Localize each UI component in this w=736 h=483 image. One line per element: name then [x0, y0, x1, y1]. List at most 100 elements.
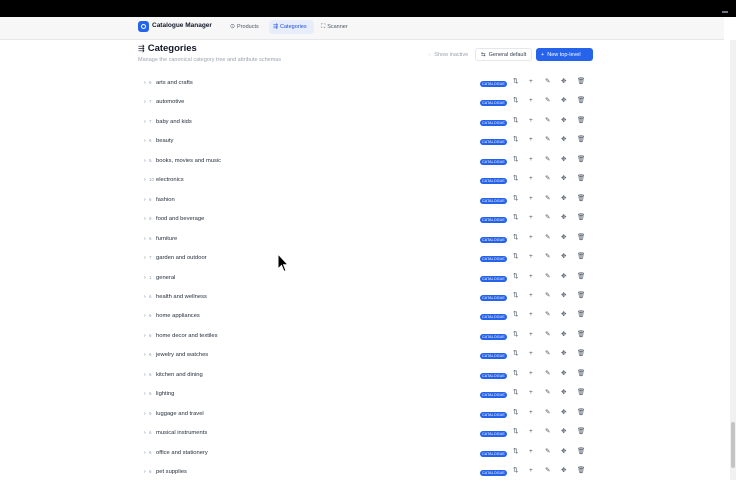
- table-row[interactable]: › 6 beauty CATALOGUE ⇅ + ✎ ✥ 🗑: [0, 133, 724, 152]
- add-child-icon[interactable]: +: [529, 429, 533, 436]
- edit-icon[interactable]: ✎: [545, 351, 550, 358]
- tab-products[interactable]: ⊙ Products: [226, 20, 264, 34]
- move-icon[interactable]: ✥: [561, 234, 566, 242]
- delete-icon[interactable]: 🗑: [577, 351, 585, 358]
- delete-icon[interactable]: 🗑: [577, 292, 585, 300]
- add-child-icon[interactable]: +: [529, 195, 533, 203]
- table-row[interactable]: › 5 luggage and travel CATALOGUE ⇅ + ✎ ✥ 🗑: [0, 406, 724, 425]
- delete-icon[interactable]: 🗑: [577, 137, 585, 144]
- add-child-icon[interactable]: +: [529, 137, 533, 144]
- add-child-icon[interactable]: +: [529, 98, 533, 105]
- edit-icon[interactable]: ✎: [545, 292, 550, 300]
- add-child-icon[interactable]: +: [529, 467, 533, 475]
- edit-icon[interactable]: ✎: [545, 390, 550, 397]
- delete-icon[interactable]: 🗑: [577, 390, 585, 397]
- edit-icon[interactable]: ✎: [545, 370, 550, 378]
- move-icon[interactable]: ✥: [561, 429, 566, 436]
- move-icon[interactable]: ✥: [561, 467, 566, 475]
- table-row[interactable]: › 6 jewelry and watches CATALOGUE ⇅ + ✎ ✥ 🗑: [0, 347, 724, 366]
- reorder-icon[interactable]: ⇅: [513, 467, 518, 475]
- move-icon[interactable]: ✥: [561, 331, 566, 339]
- chevron-right-icon[interactable]: ›: [144, 119, 146, 125]
- move-icon[interactable]: ✥: [561, 78, 566, 86]
- add-child-icon[interactable]: +: [529, 312, 533, 319]
- edit-icon[interactable]: ✎: [545, 234, 550, 242]
- add-child-icon[interactable]: +: [529, 156, 533, 164]
- chevron-right-icon[interactable]: ›: [144, 391, 146, 397]
- move-icon[interactable]: ✥: [561, 215, 566, 222]
- table-row[interactable]: › 7 baby and kids CATALOGUE ⇅ + ✎ ✥ 🗑: [0, 114, 724, 133]
- reorder-icon[interactable]: ⇅: [513, 98, 518, 105]
- delete-icon[interactable]: 🗑: [577, 331, 585, 339]
- add-child-icon[interactable]: +: [529, 78, 533, 86]
- reorder-icon[interactable]: ⇅: [513, 292, 518, 300]
- table-row[interactable]: › 6 fashion CATALOGUE ⇅ + ✎ ✥ 🗑: [0, 192, 724, 211]
- move-icon[interactable]: ✥: [561, 195, 566, 203]
- move-icon[interactable]: ✥: [561, 351, 566, 358]
- move-icon[interactable]: ✥: [561, 409, 566, 417]
- edit-icon[interactable]: ✎: [545, 117, 550, 125]
- move-icon[interactable]: ✥: [561, 137, 566, 144]
- chevron-right-icon[interactable]: ›: [144, 411, 146, 417]
- reorder-icon[interactable]: ⇅: [513, 409, 518, 417]
- chevron-right-icon[interactable]: ›: [144, 80, 146, 86]
- delete-icon[interactable]: 🗑: [577, 429, 585, 436]
- chevron-right-icon[interactable]: ›: [144, 450, 146, 456]
- add-child-icon[interactable]: +: [529, 390, 533, 397]
- delete-icon[interactable]: 🗑: [577, 215, 585, 222]
- reorder-icon[interactable]: ⇅: [513, 234, 518, 242]
- reorder-icon[interactable]: ⇅: [513, 137, 518, 144]
- chevron-right-icon[interactable]: ›: [144, 255, 146, 261]
- reorder-icon[interactable]: ⇅: [513, 156, 518, 164]
- edit-icon[interactable]: ✎: [545, 156, 550, 164]
- reorder-icon[interactable]: ⇅: [513, 215, 518, 222]
- reorder-icon[interactable]: ⇅: [513, 312, 518, 319]
- add-child-icon[interactable]: +: [529, 292, 533, 300]
- delete-icon[interactable]: 🗑: [577, 98, 585, 105]
- chevron-right-icon[interactable]: ›: [144, 99, 146, 105]
- table-row[interactable]: › 6 lighting CATALOGUE ⇅ + ✎ ✥ 🗑: [0, 386, 724, 405]
- table-row[interactable]: › 1 general CATALOGUE ⇅ + ✎ ✥ 🗑: [0, 270, 724, 289]
- reorder-icon[interactable]: ⇅: [513, 195, 518, 203]
- edit-icon[interactable]: ✎: [545, 254, 550, 261]
- table-row[interactable]: › 6 furniture CATALOGUE ⇅ + ✎ ✥ 🗑: [0, 231, 724, 250]
- edit-icon[interactable]: ✎: [545, 409, 550, 417]
- add-child-icon[interactable]: +: [529, 409, 533, 417]
- add-child-icon[interactable]: +: [529, 351, 533, 358]
- reorder-icon[interactable]: ⇅: [513, 273, 518, 281]
- reorder-icon[interactable]: ⇅: [513, 429, 518, 436]
- delete-icon[interactable]: 🗑: [577, 176, 585, 183]
- move-icon[interactable]: ✥: [561, 292, 566, 300]
- table-row[interactable]: › 7 garden and outdoor CATALOGUE ⇅ + ✎ ✥ 🗑: [0, 250, 724, 269]
- move-icon[interactable]: ✥: [561, 156, 566, 164]
- reorder-icon[interactable]: ⇅: [513, 78, 518, 86]
- new-top-level-button[interactable]: + New top-level: [536, 48, 593, 61]
- reorder-icon[interactable]: ⇅: [513, 351, 518, 358]
- edit-icon[interactable]: ✎: [545, 273, 550, 281]
- delete-icon[interactable]: 🗑: [577, 78, 585, 86]
- reorder-icon[interactable]: ⇅: [513, 370, 518, 378]
- chevron-right-icon[interactable]: ›: [144, 275, 146, 281]
- reorder-icon[interactable]: ⇅: [513, 254, 518, 261]
- table-row[interactable]: › 10 electronics CATALOGUE ⇅ + ✎ ✥ 🗑: [0, 172, 724, 191]
- add-child-icon[interactable]: +: [529, 370, 533, 378]
- delete-icon[interactable]: 🗑: [577, 254, 585, 261]
- move-icon[interactable]: ✥: [561, 98, 566, 105]
- chevron-right-icon[interactable]: ›: [144, 138, 146, 144]
- chevron-right-icon[interactable]: ›: [144, 197, 146, 203]
- delete-icon[interactable]: 🗑: [577, 156, 585, 164]
- table-row[interactable]: › 6 health and wellness CATALOGUE ⇅ + ✎ ✥ 🗑: [0, 289, 724, 308]
- edit-icon[interactable]: ✎: [545, 176, 550, 183]
- delete-icon[interactable]: 🗑: [577, 273, 585, 281]
- table-row[interactable]: › 6 office and stationery CATALOGUE ⇅ + ✎ ✥ 🗑: [0, 445, 724, 464]
- table-row[interactable]: › 6 home decor and textiles CATALOGUE ⇅ + ✎ ✥ 🗑: [0, 328, 724, 347]
- table-row[interactable]: › 6 kitchen and dining CATALOGUE ⇅ + ✎ ✥ 🗑: [0, 367, 724, 386]
- move-icon[interactable]: ✥: [561, 117, 566, 125]
- delete-icon[interactable]: 🗑: [577, 448, 585, 456]
- tab-scanner[interactable]: ⛶ Scanner: [317, 20, 353, 34]
- add-child-icon[interactable]: +: [529, 448, 533, 456]
- edit-icon[interactable]: ✎: [545, 137, 550, 144]
- table-row[interactable]: › 5 arts and crafts CATALOGUE ⇅ + ✎ ✥ 🗑: [0, 75, 724, 94]
- chevron-right-icon[interactable]: ›: [144, 216, 146, 222]
- chevron-right-icon[interactable]: ›: [144, 158, 146, 164]
